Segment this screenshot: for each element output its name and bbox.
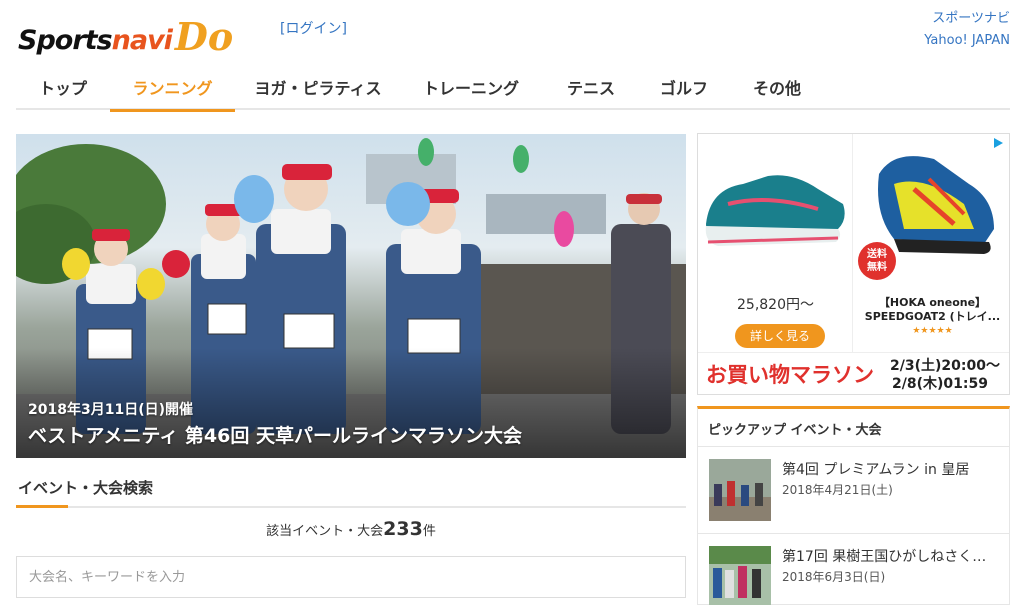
pickup-item-2[interactable]: 第17回 果樹王国ひがしねさく… 2018年6月3日(日)	[698, 534, 1009, 605]
nav-item-tennis[interactable]: テニス	[541, 64, 641, 110]
ad-banner[interactable]: 25,820円～ 詳しく見る 【HOKA oneone】 SPEEDGOAT2 …	[697, 133, 1010, 395]
search-section-header: イベント・大会検索	[16, 472, 686, 508]
ad-price: 25,820円～	[737, 297, 814, 313]
nav-item-training[interactable]: トレーニング	[401, 64, 541, 110]
marathon-sale-banner[interactable]: お買い物マラソン 2/3(土)20:00～ 2/8(木)01:59	[698, 352, 1009, 394]
sportsnavi-link[interactable]: スポーツナビ	[924, 8, 1010, 30]
pickup-thumb-1	[709, 459, 771, 521]
ad-details-button[interactable]: 詳しく見る	[735, 324, 825, 348]
pickup-item-name: 第4回 プレミアムラン in 皇居	[782, 462, 970, 478]
hero-event-date: 2018年3月11日(日)開催	[28, 402, 193, 418]
ad-product-name: 【HOKA oneone】 SPEEDGOAT2 (トレイ...	[854, 296, 1009, 324]
hero-event-title: ベストアメニティ 第46回 天草パールラインマラソン大会	[28, 425, 522, 447]
pickup-title: ピックアップ イベント・大会	[708, 423, 882, 438]
site-logo[interactable]: Sports navi Do	[18, 6, 234, 59]
event-count-suffix: 件	[422, 524, 436, 539]
ad-brand-line1: 【HOKA oneone】	[878, 296, 987, 309]
hero-banner[interactable]: 2018年3月11日(日)開催 ベストアメニティ 第46回 天草パールラインマラ…	[16, 134, 686, 458]
free-shipping-text: 送料無料	[867, 249, 887, 273]
ad-product-left[interactable]: 25,820円～ 詳しく見る	[698, 134, 853, 352]
event-search-input[interactable]	[16, 556, 686, 598]
sale-title: お買い物マラソン	[706, 363, 874, 387]
nav-item-yoga-pilates[interactable]: ヨガ・ピラティス	[235, 64, 401, 110]
section-underline	[16, 505, 68, 508]
pickup-events-panel: ピックアップ イベント・大会 第4回 プレミアムラン in 皇居 2018年4月…	[697, 406, 1010, 605]
pickup-item-date: 2018年6月3日(日)	[782, 570, 886, 584]
nav-item-running[interactable]: ランニング	[110, 64, 235, 112]
logo-do-text: Do	[174, 14, 234, 59]
login-link[interactable]: [ログイン]	[280, 18, 347, 38]
pickup-item-1[interactable]: 第4回 プレミアムラン in 皇居 2018年4月21日(土)	[698, 447, 1009, 533]
pickup-item-date: 2018年4月21日(土)	[782, 483, 893, 497]
site-header: Sports navi Do [ログイン] スポーツナビ Yahoo! JAPAN …	[0, 0, 1024, 112]
logo-sports-text: Sports	[18, 25, 113, 56]
nav-item-top[interactable]: トップ	[16, 64, 110, 110]
sale-end: 2/8(木)01:59	[892, 376, 988, 392]
event-count-prefix: 該当イベント・大会	[266, 524, 384, 539]
event-count-value: 233	[383, 518, 423, 540]
free-shipping-badge: 送料無料	[858, 242, 896, 280]
pickup-item-name: 第17回 果樹王国ひがしねさく…	[782, 549, 987, 565]
shoe-image-teal	[705, 175, 845, 246]
yahoo-japan-link[interactable]: Yahoo! JAPAN	[924, 30, 1010, 52]
ad-brand-line2: SPEEDGOAT2 (トレイ...	[864, 310, 1001, 323]
pickup-thumb-2	[709, 546, 771, 605]
search-section-title: イベント・大会検索	[18, 479, 154, 497]
nav-item-other[interactable]: その他	[727, 64, 827, 110]
sale-start: 2/3(土)20:00～	[890, 358, 1000, 374]
top-links: スポーツナビ Yahoo! JAPAN	[924, 8, 1010, 52]
category-nav: トップ ランニング ヨガ・ピラティス トレーニング テニス ゴルフ その他	[16, 64, 1010, 112]
nav-item-golf[interactable]: ゴルフ	[641, 64, 727, 110]
rating-stars-icon: ★★★★★	[912, 326, 953, 336]
logo-navi-text: navi	[111, 25, 173, 56]
event-count: 該当イベント・大会233件	[16, 518, 686, 540]
sale-dates: 2/3(土)20:00～ 2/8(木)01:59	[890, 357, 1000, 393]
